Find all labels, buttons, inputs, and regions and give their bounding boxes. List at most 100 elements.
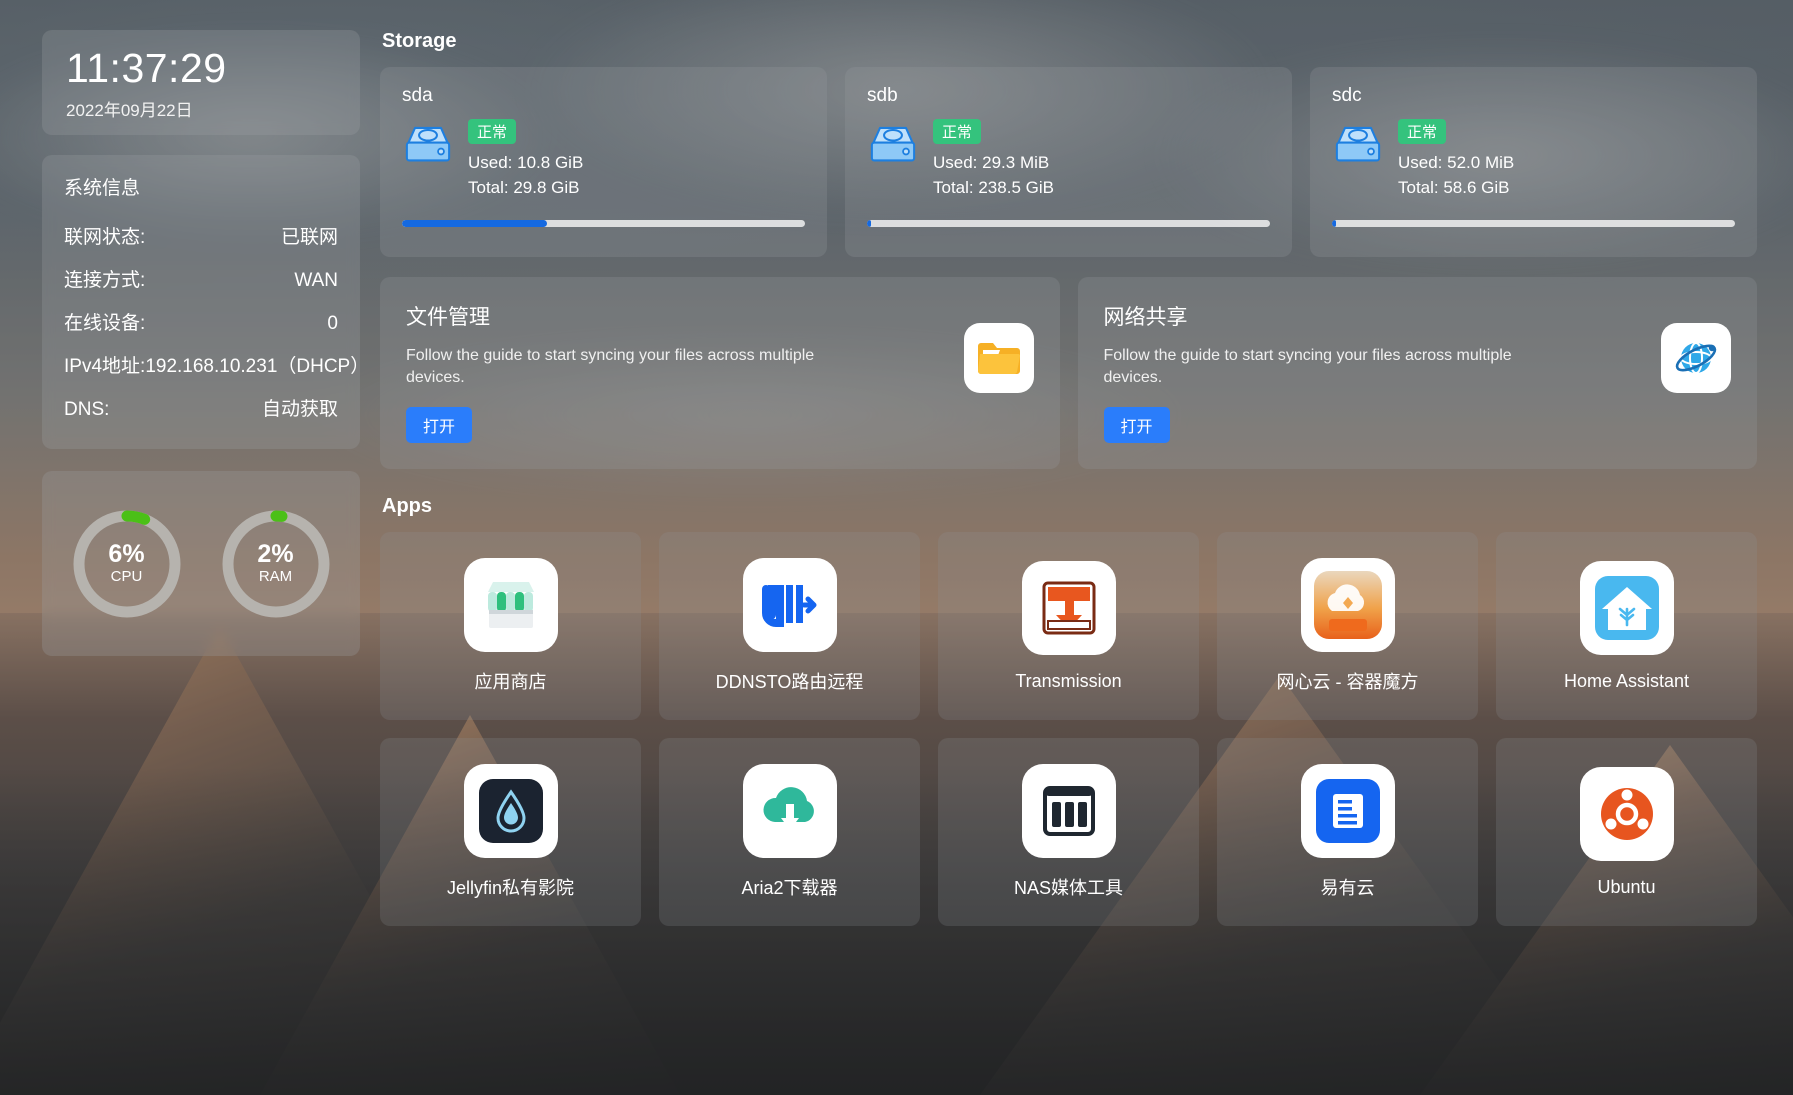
home-assistant-icon-container [1579, 560, 1674, 655]
ram-name: RAM [258, 568, 293, 585]
storage-card-sda[interactable]: sda 正常 Used: 10.8 GiB Total: 29.8 GiB [380, 67, 827, 257]
status-badge: 正常 [468, 119, 517, 144]
main-content: Storage sda 正常 Used: 10.8 GiB Total: 29.… [380, 30, 1793, 1095]
sysinfo-row-network-status: 联网状态: 已联网 [64, 214, 338, 257]
storage-card-sdb[interactable]: sdb 正常 Used: 29.3 MiB Total: 238.5 GiB [845, 67, 1292, 257]
status-badge: 正常 [933, 119, 982, 144]
app-label: Ubuntu [1597, 876, 1656, 897]
app-label: Home Assistant [1563, 670, 1690, 691]
app-card-transmission[interactable]: Transmission [938, 532, 1199, 720]
sysinfo-row-online-devices: 在线设备: 0 [64, 300, 338, 343]
transmission-icon-container [1021, 560, 1116, 655]
cpu-name: CPU [110, 568, 143, 585]
sysinfo-label: DNS: [64, 399, 110, 420]
cpu-gauge: 6% CPU [71, 508, 183, 620]
disk-usage-bar [1332, 220, 1735, 227]
sysinfo-label: 联网状态: [64, 227, 146, 248]
hard-disk-icon [405, 126, 451, 162]
app-card-ddnsto[interactable]: DDNSTO路由远程 [659, 532, 920, 720]
app-card-app-store[interactable]: 应用商店 [380, 532, 641, 720]
disk-used: Used: 52.0 MiB [1398, 153, 1515, 172]
globe-network-icon [1675, 342, 1717, 374]
jellyfin-icon-container [463, 764, 558, 858]
yiyouyun-icon-container [1300, 764, 1395, 858]
sysinfo-label: IPv4地址: [64, 356, 146, 377]
transmission-icon [1042, 581, 1095, 634]
system-info-panel: 系统信息 联网状态: 已联网 连接方式: WAN 在线设备: 0 IPv4地址:… [42, 155, 369, 449]
open-file-manager-button[interactable]: 打开 [406, 407, 473, 443]
disk-name: sdb [867, 85, 898, 106]
status-badge: 正常 [1398, 119, 1447, 144]
system-info-title: 系统信息 [64, 178, 141, 199]
guide-card-network-share[interactable]: 网络共享 Follow the guide to start syncing y… [1077, 277, 1757, 469]
ram-gauge-label: 2% RAM [220, 508, 332, 620]
app-label: 网心云 - 容器魔方 [1276, 672, 1419, 692]
apps-section-title: Apps [382, 495, 432, 517]
disk-name: sdc [1332, 85, 1362, 106]
guide-title: 文件管理 [406, 306, 490, 329]
storage-card-sdc[interactable]: sdc 正常 Used: 52.0 MiB Total: 58.6 GiB [1310, 67, 1757, 257]
apps-grid: 应用商店 DDNSTO路由远程 Transmission 网心云 - 容器魔方 … [380, 532, 1757, 926]
ram-gauge: 2% RAM [220, 508, 332, 620]
disk-used: Used: 29.3 MiB [933, 153, 1050, 172]
folder-icon [977, 343, 1020, 375]
sysinfo-value: WAN [294, 270, 338, 291]
hard-disk-icon [870, 126, 916, 162]
sysinfo-row-dns: DNS: 自动获取 [64, 386, 338, 429]
app-label: Jellyfin私有影院 [446, 878, 575, 898]
app-store-icon [487, 582, 534, 628]
open-network-share-button[interactable]: 打开 [1103, 407, 1170, 443]
app-card-jellyfin[interactable]: Jellyfin私有影院 [380, 738, 641, 926]
left-sidebar: 11:37:29 2022年09月22日 系统信息 联网状态: 已联网 连接方式… [0, 30, 380, 1095]
nas-media-icon [1042, 786, 1095, 836]
clock-time: 11:37:29 [66, 45, 227, 91]
wangxinyun-icon-container [1300, 558, 1395, 652]
aria2-icon [762, 787, 814, 830]
disk-name: sda [402, 85, 433, 106]
disk-usage-fill [1332, 220, 1337, 227]
app-card-yiyouyun[interactable]: 易有云 [1217, 738, 1478, 926]
disk-total: Total: 238.5 GiB [933, 178, 1054, 197]
disk-used: Used: 10.8 GiB [468, 153, 584, 172]
disk-total: Total: 58.6 GiB [1398, 178, 1510, 197]
ubuntu-icon-container [1579, 766, 1674, 861]
sysinfo-label: 连接方式: [64, 270, 146, 291]
app-store-icon-container [463, 558, 558, 652]
app-label: Aria2下载器 [741, 878, 838, 898]
guide-description: Follow the guide to start syncing your f… [406, 347, 815, 386]
cpu-gauge-label: 6% CPU [71, 508, 183, 620]
aria2-icon-container [742, 764, 837, 858]
guide-title: 网络共享 [1103, 306, 1188, 329]
app-card-nas-media[interactable]: NAS媒体工具 [938, 738, 1199, 926]
ram-percent: 2% [257, 540, 294, 568]
app-card-wangxinyun[interactable]: 网心云 - 容器魔方 [1217, 532, 1478, 720]
guide-card-file-manager[interactable]: 文件管理 Follow the guide to start syncing y… [380, 277, 1060, 469]
sysinfo-row-ipv4: IPv4地址: 192.168.10.231（DHCP） [64, 343, 369, 386]
app-label: 应用商店 [474, 672, 547, 692]
disk-usage-bar [867, 220, 1270, 227]
nas-media-icon-container [1021, 764, 1116, 858]
jellyfin-icon [478, 779, 543, 843]
folder-icon-container [963, 323, 1034, 393]
hard-disk-icon [1335, 126, 1381, 162]
app-card-ubuntu[interactable]: Ubuntu [1496, 738, 1757, 926]
disk-usage-bar [402, 220, 805, 227]
ubuntu-icon [1600, 787, 1653, 840]
app-card-home-assistant[interactable]: Home Assistant [1496, 532, 1757, 720]
app-label: NAS媒体工具 [1013, 878, 1123, 898]
clock-date: 2022年09月22日 [66, 101, 193, 120]
yiyouyun-icon [1315, 779, 1380, 843]
globe-network-icon-container [1661, 323, 1731, 393]
disk-usage-fill [867, 220, 872, 227]
sysinfo-label: 在线设备: [64, 313, 146, 334]
disk-total: Total: 29.8 GiB [468, 178, 580, 197]
sysinfo-value: 192.168.10.231（DHCP） [145, 356, 370, 377]
resource-gauges-panel: 6% CPU 2% RAM [42, 471, 360, 656]
storage-section-title: Storage [382, 30, 457, 52]
ddnsto-icon-container [742, 558, 837, 652]
app-label: Transmission [1015, 670, 1122, 691]
app-label: 易有云 [1320, 878, 1375, 898]
sysinfo-row-connection-type: 连接方式: WAN [64, 257, 338, 300]
app-card-aria2[interactable]: Aria2下载器 [659, 738, 920, 926]
sysinfo-value: 已联网 [280, 227, 338, 248]
